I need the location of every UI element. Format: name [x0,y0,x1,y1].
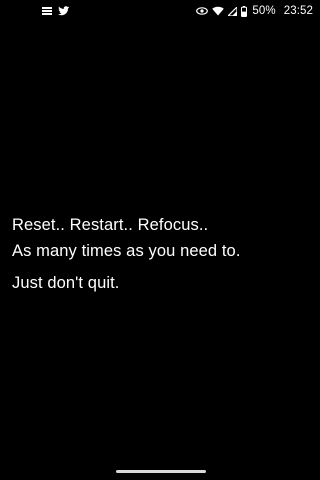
home-indicator[interactable] [116,470,206,473]
quote-line-3: Just don't quit. [12,274,120,292]
status-clock: 23:52 [283,5,313,17]
cell-signal-icon [228,6,238,16]
status-bar-left [42,6,70,16]
twitter-bird-icon [58,6,70,16]
quote-line-2: As many times as you need to. [12,242,241,260]
battery-icon [241,5,248,17]
wifi-icon [212,6,225,16]
notification-list-icon [42,6,52,16]
quote-text: Reset.. Restart.. Refocus.. As many time… [12,212,312,296]
status-bar-right: 50% 23:52 [196,5,313,17]
quote-line-1: Reset.. Restart.. Refocus.. [12,216,209,234]
status-bar: 50% 23:52 [0,0,320,26]
eye-icon [196,7,209,15]
battery-percent: 50% [252,5,276,17]
